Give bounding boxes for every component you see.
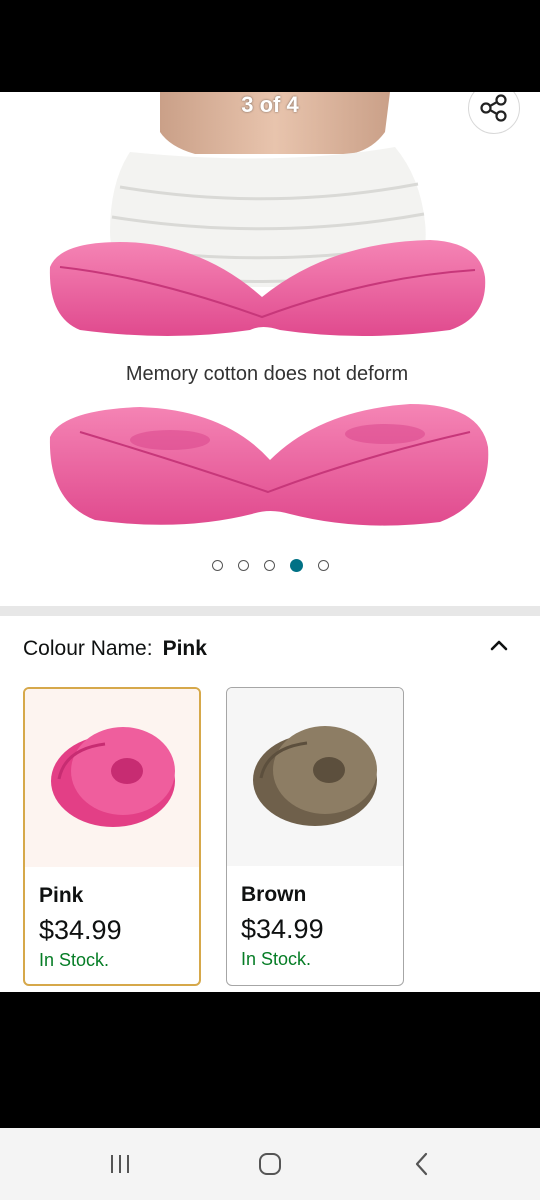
carousel-dot-active[interactable]: [289, 559, 303, 572]
colour-option-price: $34.99: [241, 914, 324, 944]
section-divider: [0, 606, 540, 616]
product-image-gallery[interactable]: Memory cotton does not deform 3 of 4: [0, 92, 540, 606]
colour-label-text: Colour Name:: [23, 637, 153, 660]
home-icon: [259, 1153, 281, 1175]
overlay-band: [0, 992, 540, 1128]
colour-option-stock: In Stock.: [39, 950, 110, 970]
product-image: Memory cotton does not deform: [0, 92, 540, 606]
carousel-dots[interactable]: [0, 559, 540, 572]
status-bar: [0, 0, 540, 92]
selected-colour-value: Pink: [162, 637, 207, 660]
carousel-dot[interactable]: [211, 560, 223, 571]
recents-button[interactable]: [100, 1146, 140, 1182]
colour-thumbnail: [25, 689, 199, 867]
pink-cushion-image: [51, 727, 175, 827]
colour-variation-section: Colour Name: Pink Pink $34.99 In Stock.: [0, 616, 540, 992]
share-icon: [480, 94, 507, 122]
home-button[interactable]: [250, 1146, 290, 1182]
colour-name-label: Colour Name: Pink: [23, 637, 207, 661]
system-navigation-bar: [0, 1128, 540, 1200]
carousel-dot[interactable]: [263, 560, 275, 571]
colour-option-stock: In Stock.: [241, 949, 312, 969]
image-counter: 3 of 4: [241, 92, 299, 117]
colour-option-name: Brown: [241, 883, 307, 906]
back-button[interactable]: [402, 1146, 442, 1182]
recents-icon: [111, 1155, 129, 1173]
chevron-up-icon[interactable]: [488, 634, 510, 656]
carousel-dot[interactable]: [237, 560, 249, 571]
colour-option-name: Pink: [39, 884, 84, 907]
colour-option-pink[interactable]: Pink $34.99 In Stock.: [23, 687, 201, 986]
colour-thumbnail: [227, 688, 403, 866]
colour-option-price: $34.99: [39, 915, 122, 945]
brown-cushion-image: [253, 726, 377, 826]
colour-option-brown[interactable]: Brown $34.99 In Stock.: [226, 687, 404, 986]
back-icon: [415, 1152, 428, 1176]
carousel-dot[interactable]: [317, 560, 329, 571]
image-caption: Memory cotton does not deform: [126, 363, 408, 385]
